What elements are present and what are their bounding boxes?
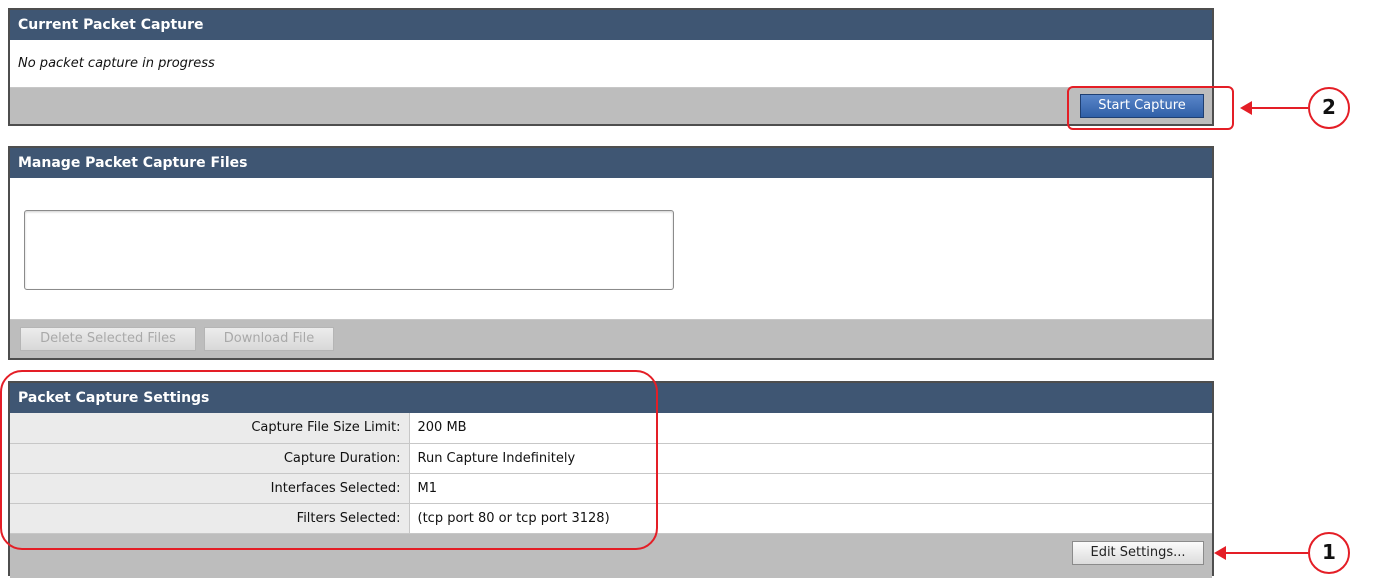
manage-files-title: Manage Packet Capture Files <box>10 148 1212 178</box>
annotation-callout-2: 2 <box>1308 87 1350 129</box>
annotation-highlight-settings <box>0 370 658 550</box>
download-file-button[interactable]: Download File <box>204 327 334 351</box>
annotation-callout-1: 1 <box>1308 532 1350 574</box>
annotation-arrow-1-line <box>1224 552 1308 554</box>
annotation-highlight-start-capture <box>1067 86 1234 130</box>
current-capture-footer: Start Capture <box>10 88 1212 124</box>
manage-files-footer: Delete Selected Files Download File <box>10 320 1212 358</box>
current-capture-title: Current Packet Capture <box>10 10 1212 40</box>
annotation-arrow-2-line <box>1250 107 1308 109</box>
current-capture-panel: Current Packet Capture No packet capture… <box>8 8 1214 126</box>
manage-files-panel: Manage Packet Capture Files Delete Selec… <box>8 146 1214 360</box>
capture-status-text: No packet capture in progress <box>10 40 1212 88</box>
delete-selected-files-button[interactable]: Delete Selected Files <box>20 327 196 351</box>
capture-files-listbox[interactable] <box>24 210 674 290</box>
files-area <box>10 178 1212 320</box>
edit-settings-button[interactable]: Edit Settings... <box>1072 540 1204 565</box>
